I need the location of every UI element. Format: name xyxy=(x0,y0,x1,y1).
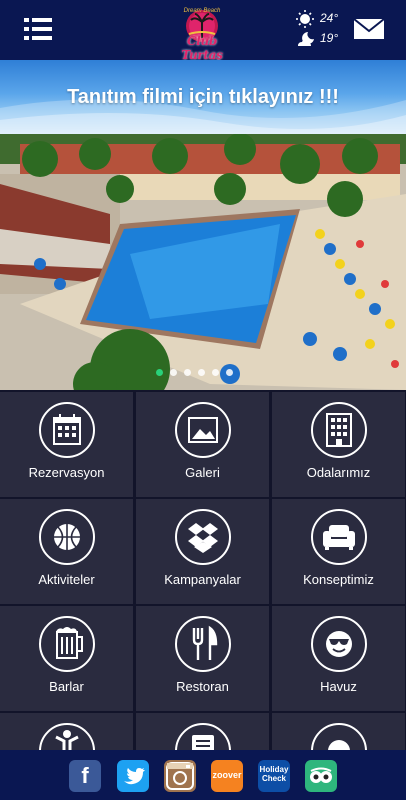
hotel-photo-slider[interactable] xyxy=(0,134,406,390)
slider-dot[interactable] xyxy=(184,369,191,376)
sunglasses-smile-icon xyxy=(326,631,352,657)
logo-script: Club Turtaş xyxy=(181,34,223,62)
list-icon xyxy=(192,735,214,750)
zoover-logo[interactable]: zoover xyxy=(211,760,243,792)
twitter-bird-icon[interactable] xyxy=(117,760,149,792)
weather-widget: 24° 19° xyxy=(296,10,356,50)
banner-title: Tanıtım filmi için tıklayınız !!! xyxy=(67,86,339,108)
basketball-icon xyxy=(54,524,80,550)
tile-label: Galeri xyxy=(185,465,220,480)
slider-dot[interactable] xyxy=(170,369,177,376)
logo-tagline: Dream Beach xyxy=(183,8,221,14)
calendar-icon xyxy=(53,414,81,445)
slider-pagination xyxy=(0,369,406,379)
menu-tile-rezervasyon[interactable]: Rezervasyon xyxy=(0,392,133,497)
tripadvisor-owl-icon[interactable] xyxy=(305,760,337,792)
instagram-camera-icon[interactable] xyxy=(164,760,196,792)
tile-label: Barlar xyxy=(49,679,84,694)
club-turtas-logo[interactable]: Dream Beach Club Turtaş xyxy=(171,4,233,62)
facebook-icon[interactable]: f xyxy=(69,760,101,792)
night-temperature: 19° xyxy=(320,31,339,45)
menu-tile-restoran[interactable]: Restoran xyxy=(136,606,269,711)
tile-label: Aktiviteler xyxy=(38,572,95,587)
tile-label: Havuz xyxy=(320,679,357,694)
promo-video-banner[interactable]: Tanıtım filmi için tıklayınız !!! xyxy=(0,60,406,134)
building-icon xyxy=(326,413,352,447)
menu-tile-odalarimiz[interactable]: Odalarımız xyxy=(272,392,405,497)
moon-cloud-icon xyxy=(298,32,314,46)
menu-tile-kampanyalar[interactable]: Kampanyalar xyxy=(136,499,269,604)
tile-label: Rezervasyon xyxy=(28,465,105,480)
top-bar: Dream Beach Club Turtaş 24° 19° xyxy=(0,0,406,62)
slider-dot[interactable] xyxy=(212,369,219,376)
social-footer: f zoover Holiday Check xyxy=(0,750,406,800)
beer-mug-icon xyxy=(56,627,83,659)
tile-label: Konseptimiz xyxy=(303,572,374,587)
hamburger-list-icon[interactable] xyxy=(24,16,54,42)
holidaycheck-text: Holiday Check xyxy=(259,765,289,783)
menu-tile-galeri[interactable]: Galeri xyxy=(136,392,269,497)
tile-label: Restoran xyxy=(176,679,229,694)
tile-label: Odalarımız xyxy=(306,465,371,480)
envelope-icon[interactable] xyxy=(353,18,385,40)
sun-icon xyxy=(296,10,314,28)
hotel-pool-photo xyxy=(0,134,406,390)
facebook-letter: f xyxy=(81,763,89,788)
slider-dot[interactable] xyxy=(198,369,205,376)
slider-dot[interactable] xyxy=(156,369,163,376)
picture-icon xyxy=(188,417,218,443)
holidaycheck-logo[interactable]: Holiday Check xyxy=(258,760,290,792)
menu-tile-partial[interactable] xyxy=(272,713,405,750)
menu-tile-partial[interactable] xyxy=(0,713,133,750)
slider-dot[interactable] xyxy=(226,369,233,376)
tripadvisor-glyph xyxy=(310,767,332,783)
sofa-icon xyxy=(323,525,355,550)
dropbox-icon xyxy=(188,523,218,553)
half-circle-icon xyxy=(328,740,350,750)
menu-tile-partial[interactable] xyxy=(136,713,269,750)
person-icon xyxy=(55,730,79,750)
main-menu-grid: Rezervasyon Galeri Odalarımız Aktivitele… xyxy=(0,390,406,750)
menu-tile-aktiviteler[interactable]: Aktiviteler xyxy=(0,499,133,604)
day-temperature: 24° xyxy=(320,11,339,25)
menu-tile-barlar[interactable]: Barlar xyxy=(0,606,133,711)
menu-tile-havuz[interactable]: Havuz xyxy=(272,606,405,711)
fork-knife-icon xyxy=(192,625,218,660)
menu-tile-konseptimiz[interactable]: Konseptimiz xyxy=(272,499,405,604)
zoover-text: zoover xyxy=(212,770,242,780)
instagram-glyph xyxy=(166,762,194,790)
twitter-bird-glyph xyxy=(124,768,145,785)
tile-label: Kampanyalar xyxy=(164,572,241,587)
